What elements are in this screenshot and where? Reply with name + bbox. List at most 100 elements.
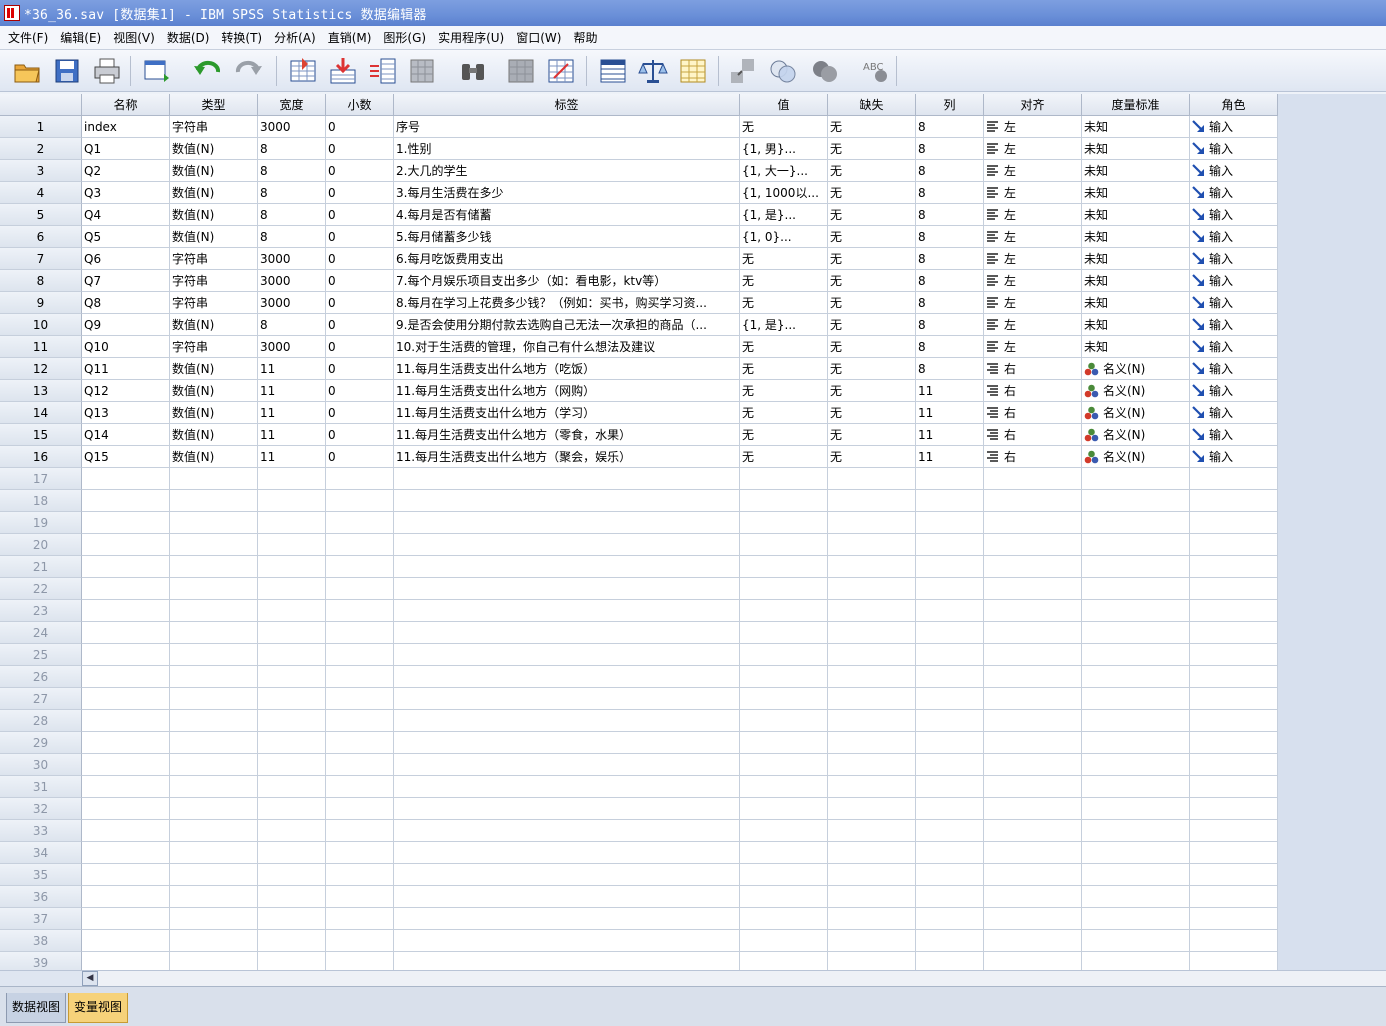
- column-columns-cell[interactable]: 11: [916, 402, 984, 424]
- column-width-cell[interactable]: 11: [258, 358, 326, 380]
- column-role-cell[interactable]: 输入: [1190, 248, 1278, 270]
- column-width-header[interactable]: 宽度: [258, 94, 326, 116]
- column-decimals-cell[interactable]: 0: [326, 116, 394, 138]
- column-values-cell[interactable]: 无: [740, 116, 828, 138]
- column-columns-cell[interactable]: [916, 864, 984, 886]
- column-measure-cell[interactable]: [1082, 622, 1190, 644]
- column-values-cell[interactable]: [740, 952, 828, 970]
- column-role-cell[interactable]: [1190, 864, 1278, 886]
- column-name-cell[interactable]: [82, 820, 170, 842]
- column-values-cell[interactable]: [740, 710, 828, 732]
- column-decimals-cell[interactable]: 0: [326, 248, 394, 270]
- column-decimals-cell[interactable]: [326, 468, 394, 490]
- column-values-cell[interactable]: 无: [740, 358, 828, 380]
- column-role-cell[interactable]: 输入: [1190, 446, 1278, 468]
- column-columns-cell[interactable]: [916, 776, 984, 798]
- column-role-cell[interactable]: 输入: [1190, 138, 1278, 160]
- column-label-cell[interactable]: 11.每月生活费支出什么地方（聚会，娱乐）: [394, 446, 740, 468]
- column-values-cell[interactable]: [740, 468, 828, 490]
- menu-item[interactable]: 直销(M): [322, 28, 378, 48]
- column-columns-cell[interactable]: 8: [916, 116, 984, 138]
- column-name-cell[interactable]: [82, 534, 170, 556]
- column-values-cell[interactable]: 无: [740, 402, 828, 424]
- column-type-cell[interactable]: 字符串: [170, 248, 258, 270]
- show-all-variables-icon[interactable]: [808, 55, 842, 87]
- column-name-cell[interactable]: [82, 952, 170, 970]
- column-type-cell[interactable]: [170, 798, 258, 820]
- column-name-header[interactable]: 名称: [82, 94, 170, 116]
- menu-item[interactable]: 视图(V): [107, 28, 161, 48]
- column-role-cell[interactable]: [1190, 556, 1278, 578]
- column-measure-header[interactable]: 度量标准: [1082, 94, 1190, 116]
- column-columns-cell[interactable]: [916, 732, 984, 754]
- row-header[interactable]: 25: [0, 644, 82, 666]
- column-label-cell[interactable]: [394, 578, 740, 600]
- column-missing-cell[interactable]: 无: [828, 358, 916, 380]
- column-align-cell[interactable]: 左: [984, 138, 1082, 160]
- column-missing-cell[interactable]: 无: [828, 380, 916, 402]
- column-name-cell[interactable]: [82, 732, 170, 754]
- row-header[interactable]: 16: [0, 446, 82, 468]
- column-decimals-cell[interactable]: [326, 754, 394, 776]
- insert-cases-icon[interactable]: [504, 55, 538, 87]
- column-columns-cell[interactable]: [916, 952, 984, 970]
- column-columns-cell[interactable]: 8: [916, 358, 984, 380]
- column-label-cell[interactable]: 10.对于生活费的管理，你自己有什么想法及建议: [394, 336, 740, 358]
- tab-data-view[interactable]: 数据视图: [6, 993, 67, 1023]
- column-columns-cell[interactable]: 11: [916, 380, 984, 402]
- column-align-cell[interactable]: [984, 798, 1082, 820]
- column-decimals-cell[interactable]: [326, 644, 394, 666]
- column-decimals-cell[interactable]: [326, 534, 394, 556]
- column-decimals-cell[interactable]: 0: [326, 204, 394, 226]
- column-values-cell[interactable]: {1, 1000以...: [740, 182, 828, 204]
- column-values-cell[interactable]: [740, 842, 828, 864]
- column-missing-cell[interactable]: 无: [828, 402, 916, 424]
- column-columns-cell[interactable]: [916, 600, 984, 622]
- row-header[interactable]: 17: [0, 468, 82, 490]
- row-header[interactable]: 37: [0, 908, 82, 930]
- column-measure-cell[interactable]: [1082, 732, 1190, 754]
- insert-variable-icon[interactable]: [544, 55, 578, 87]
- column-values-cell[interactable]: [740, 600, 828, 622]
- column-measure-cell[interactable]: 名义(N): [1082, 380, 1190, 402]
- row-header[interactable]: 15: [0, 424, 82, 446]
- column-columns-cell[interactable]: 8: [916, 182, 984, 204]
- column-missing-cell[interactable]: [828, 842, 916, 864]
- column-label-cell[interactable]: 2.大几的学生: [394, 160, 740, 182]
- column-name-cell[interactable]: index: [82, 116, 170, 138]
- column-label-cell[interactable]: 11.每月生活费支出什么地方（吃饭）: [394, 358, 740, 380]
- column-align-cell[interactable]: [984, 820, 1082, 842]
- save-icon[interactable]: [50, 55, 84, 87]
- column-label-cell[interactable]: 11.每月生活费支出什么地方（学习）: [394, 402, 740, 424]
- column-type-cell[interactable]: [170, 512, 258, 534]
- column-width-cell[interactable]: [258, 886, 326, 908]
- column-missing-cell[interactable]: 无: [828, 138, 916, 160]
- column-name-cell[interactable]: [82, 468, 170, 490]
- column-type-cell[interactable]: [170, 908, 258, 930]
- column-measure-cell[interactable]: [1082, 908, 1190, 930]
- column-label-cell[interactable]: [394, 600, 740, 622]
- column-missing-cell[interactable]: [828, 710, 916, 732]
- column-align-cell[interactable]: [984, 534, 1082, 556]
- column-name-cell[interactable]: Q3: [82, 182, 170, 204]
- column-type-cell[interactable]: [170, 534, 258, 556]
- column-columns-cell[interactable]: [916, 820, 984, 842]
- column-role-cell[interactable]: [1190, 908, 1278, 930]
- column-align-cell[interactable]: [984, 754, 1082, 776]
- column-name-cell[interactable]: [82, 886, 170, 908]
- column-decimals-cell[interactable]: 0: [326, 160, 394, 182]
- column-width-cell[interactable]: [258, 930, 326, 952]
- column-role-cell[interactable]: 输入: [1190, 204, 1278, 226]
- column-values-cell[interactable]: {1, 是}...: [740, 204, 828, 226]
- column-missing-cell[interactable]: 无: [828, 314, 916, 336]
- column-measure-cell[interactable]: 未知: [1082, 116, 1190, 138]
- column-role-cell[interactable]: [1190, 776, 1278, 798]
- column-missing-cell[interactable]: 无: [828, 160, 916, 182]
- column-values-cell[interactable]: 无: [740, 336, 828, 358]
- column-missing-cell[interactable]: [828, 644, 916, 666]
- column-columns-cell[interactable]: 8: [916, 160, 984, 182]
- column-role-cell[interactable]: [1190, 490, 1278, 512]
- column-values-cell[interactable]: [740, 930, 828, 952]
- column-label-cell[interactable]: [394, 908, 740, 930]
- column-columns-cell[interactable]: [916, 886, 984, 908]
